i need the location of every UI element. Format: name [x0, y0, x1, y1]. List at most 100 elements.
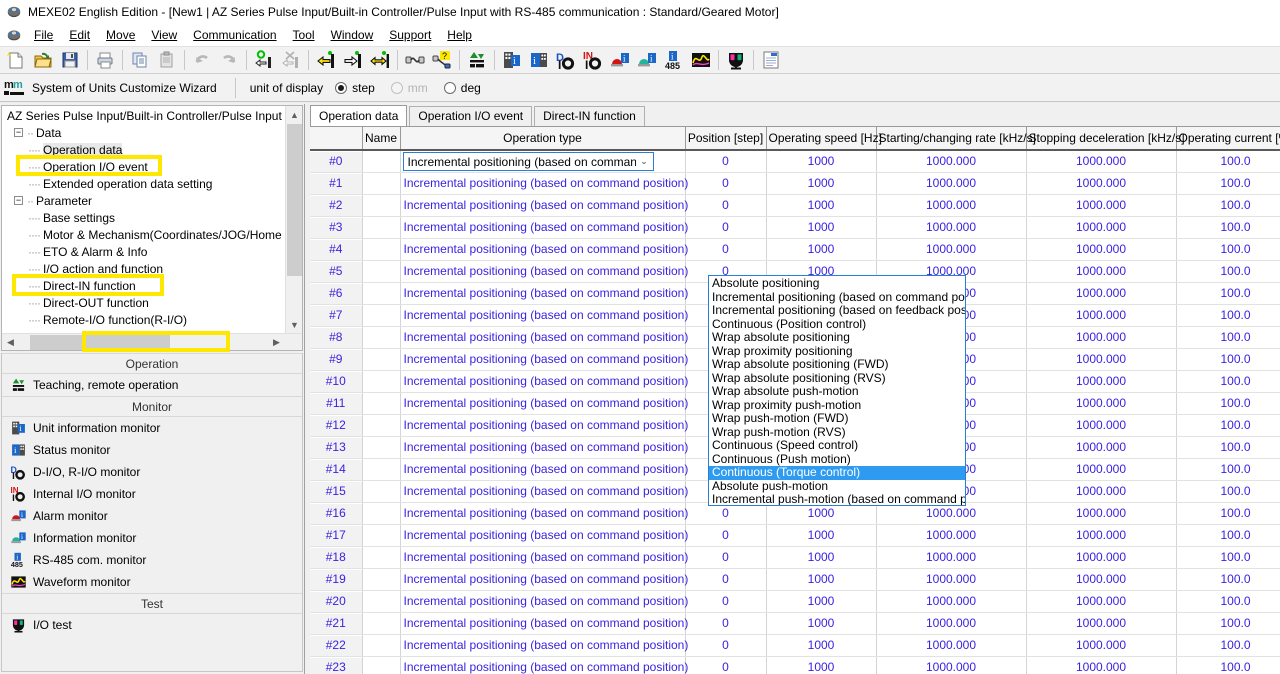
- starting-changing-rate-cell[interactable]: 1000.000: [876, 216, 1026, 238]
- information-monitor-icon[interactable]: i: [634, 48, 660, 72]
- nav-item-unit-information-monitor[interactable]: i Unit information monitor: [2, 417, 302, 439]
- tab-operation-data[interactable]: Operation data: [310, 105, 407, 126]
- position-cell[interactable]: 0: [685, 612, 766, 634]
- scroll-up-icon[interactable]: ▲: [286, 106, 303, 123]
- dropdown-option[interactable]: Continuous (Position control): [709, 318, 965, 332]
- name-cell[interactable]: [362, 260, 400, 282]
- row-header-cell[interactable]: #12: [310, 414, 362, 436]
- row-header-cell[interactable]: #9: [310, 348, 362, 370]
- operation-type-cell[interactable]: Incremental positioning (based on comman…: [400, 216, 685, 238]
- operating-current-cell[interactable]: 100.0: [1176, 590, 1280, 612]
- starting-changing-rate-cell[interactable]: 1000.000: [876, 546, 1026, 568]
- name-cell[interactable]: [362, 480, 400, 502]
- scroll-down-icon[interactable]: ▼: [286, 316, 303, 333]
- menu-move[interactable]: Move: [98, 26, 143, 44]
- row-header-cell[interactable]: #22: [310, 634, 362, 656]
- row-header-cell[interactable]: #10: [310, 370, 362, 392]
- operating-current-cell[interactable]: 100.0: [1176, 634, 1280, 656]
- scroll-left-icon[interactable]: ◀: [2, 334, 19, 351]
- nav-item-waveform-monitor[interactable]: Waveform monitor: [2, 571, 302, 593]
- stopping-deceleration-cell[interactable]: 1000.000: [1026, 194, 1176, 216]
- name-cell[interactable]: [362, 348, 400, 370]
- redo-icon[interactable]: [216, 48, 242, 72]
- name-cell[interactable]: [362, 194, 400, 216]
- system-of-units-wizard-label[interactable]: System of Units Customize Wizard: [32, 81, 217, 95]
- name-cell[interactable]: [362, 282, 400, 304]
- operating-current-cell[interactable]: 100.0: [1176, 656, 1280, 674]
- connect-unit-icon[interactable]: [251, 48, 277, 72]
- nav-item-information-monitor[interactable]: i Information monitor: [2, 527, 302, 549]
- nav-item-internal-io-monitor[interactable]: IN I Internal I/O monitor: [2, 483, 302, 505]
- starting-changing-rate-cell[interactable]: 1000.000: [876, 612, 1026, 634]
- tree-vscroll-thumb[interactable]: [287, 124, 302, 276]
- operation-type-combobox[interactable]: Incremental positioning (based on comman…: [403, 152, 654, 171]
- operating-current-cell[interactable]: 100.0: [1176, 612, 1280, 634]
- operating-speed-cell[interactable]: 1000: [766, 150, 876, 172]
- position-cell[interactable]: 0: [685, 656, 766, 674]
- position-cell[interactable]: 0: [685, 524, 766, 546]
- operating-speed-cell[interactable]: 1000: [766, 590, 876, 612]
- table-row[interactable]: #23Incremental positioning (based on com…: [310, 656, 1280, 674]
- operation-type-dropdown-list[interactable]: Absolute positioningIncremental position…: [708, 275, 966, 506]
- operating-speed-cell[interactable]: 1000: [766, 194, 876, 216]
- menu-help[interactable]: Help: [439, 26, 480, 44]
- operating-current-cell[interactable]: 100.0: [1176, 238, 1280, 260]
- operation-type-cell[interactable]: Incremental positioning (based on comman…: [400, 172, 685, 194]
- menu-tool[interactable]: Tool: [285, 26, 323, 44]
- stopping-deceleration-cell[interactable]: 1000.000: [1026, 150, 1176, 172]
- position-cell[interactable]: 0: [685, 546, 766, 568]
- operating-current-cell[interactable]: 100.0: [1176, 348, 1280, 370]
- operating-current-cell[interactable]: 100.0: [1176, 436, 1280, 458]
- operation-type-cell[interactable]: Incremental positioning (based on comman…: [400, 568, 685, 590]
- row-header-cell[interactable]: #18: [310, 546, 362, 568]
- waveform-monitor-icon[interactable]: [688, 48, 714, 72]
- operating-speed-cell[interactable]: 1000: [766, 524, 876, 546]
- unit-information-monitor-icon[interactable]: i: [499, 48, 525, 72]
- operation-type-cell[interactable]: Incremental positioning (based on comman…: [400, 392, 685, 414]
- row-header-cell[interactable]: #23: [310, 656, 362, 674]
- table-row[interactable]: #0Incremental positioning (based on comm…: [310, 150, 1280, 172]
- stopping-deceleration-cell[interactable]: 1000.000: [1026, 502, 1176, 524]
- starting-changing-rate-cell[interactable]: 1000.000: [876, 524, 1026, 546]
- nav-item-dio-rio-monitor[interactable]: D I D-I/O, R-I/O monitor: [2, 461, 302, 483]
- new-file-icon[interactable]: [3, 48, 29, 72]
- stopping-deceleration-cell[interactable]: 1000.000: [1026, 634, 1176, 656]
- name-cell[interactable]: [362, 304, 400, 326]
- name-cell[interactable]: [362, 238, 400, 260]
- expander-minus-icon[interactable]: −: [14, 128, 23, 137]
- operation-type-cell[interactable]: Incremental positioning (based on comman…: [400, 546, 685, 568]
- position-cell[interactable]: 0: [685, 216, 766, 238]
- tree-item-direct-in-function[interactable]: ···· Direct-IN function: [4, 277, 284, 294]
- starting-changing-rate-cell[interactable]: 1000.000: [876, 634, 1026, 656]
- operating-current-cell[interactable]: 100.0: [1176, 392, 1280, 414]
- operation-type-cell[interactable]: Incremental positioning (based on comman…: [400, 524, 685, 546]
- dropdown-option[interactable]: Wrap proximity positioning: [709, 345, 965, 359]
- stopping-deceleration-cell[interactable]: 1000.000: [1026, 216, 1176, 238]
- operating-speed-cell[interactable]: 1000: [766, 172, 876, 194]
- io-test-icon[interactable]: [723, 48, 749, 72]
- row-header-cell[interactable]: #19: [310, 568, 362, 590]
- operation-type-cell[interactable]: Incremental positioning (based on comman…: [400, 458, 685, 480]
- menu-file[interactable]: File: [26, 26, 61, 44]
- starting-changing-rate-cell[interactable]: 1000.000: [876, 194, 1026, 216]
- disconnect-unit-icon[interactable]: [278, 48, 304, 72]
- operation-type-cell[interactable]: Incremental positioning (based on comman…: [400, 238, 685, 260]
- position-cell[interactable]: 0: [685, 238, 766, 260]
- operation-type-cell[interactable]: Incremental positioning (based on comman…: [400, 282, 685, 304]
- scroll-right-icon[interactable]: ▶: [268, 334, 285, 351]
- stopping-deceleration-cell[interactable]: 1000.000: [1026, 260, 1176, 282]
- tree-horizontal-scrollbar[interactable]: ◀ ▶: [2, 333, 302, 350]
- position-cell[interactable]: 0: [685, 150, 766, 172]
- stopping-deceleration-cell[interactable]: 1000.000: [1026, 656, 1176, 674]
- operating-current-cell[interactable]: 100.0: [1176, 546, 1280, 568]
- operating-current-cell[interactable]: 100.0: [1176, 194, 1280, 216]
- row-header-cell[interactable]: #6: [310, 282, 362, 304]
- col-header-operation-type[interactable]: Operation type: [400, 127, 685, 150]
- menu-view[interactable]: View: [143, 26, 185, 44]
- operation-type-cell[interactable]: Incremental positioning (based on comman…: [400, 612, 685, 634]
- row-header-cell[interactable]: #20: [310, 590, 362, 612]
- tree-item-remote-io-function[interactable]: ···· Remote-I/O function(R-I/O): [4, 311, 284, 328]
- tree-item-extended-operation-data-setting[interactable]: ···· Extended operation data setting: [4, 175, 284, 192]
- row-header-cell[interactable]: #1: [310, 172, 362, 194]
- operating-speed-cell[interactable]: 1000: [766, 568, 876, 590]
